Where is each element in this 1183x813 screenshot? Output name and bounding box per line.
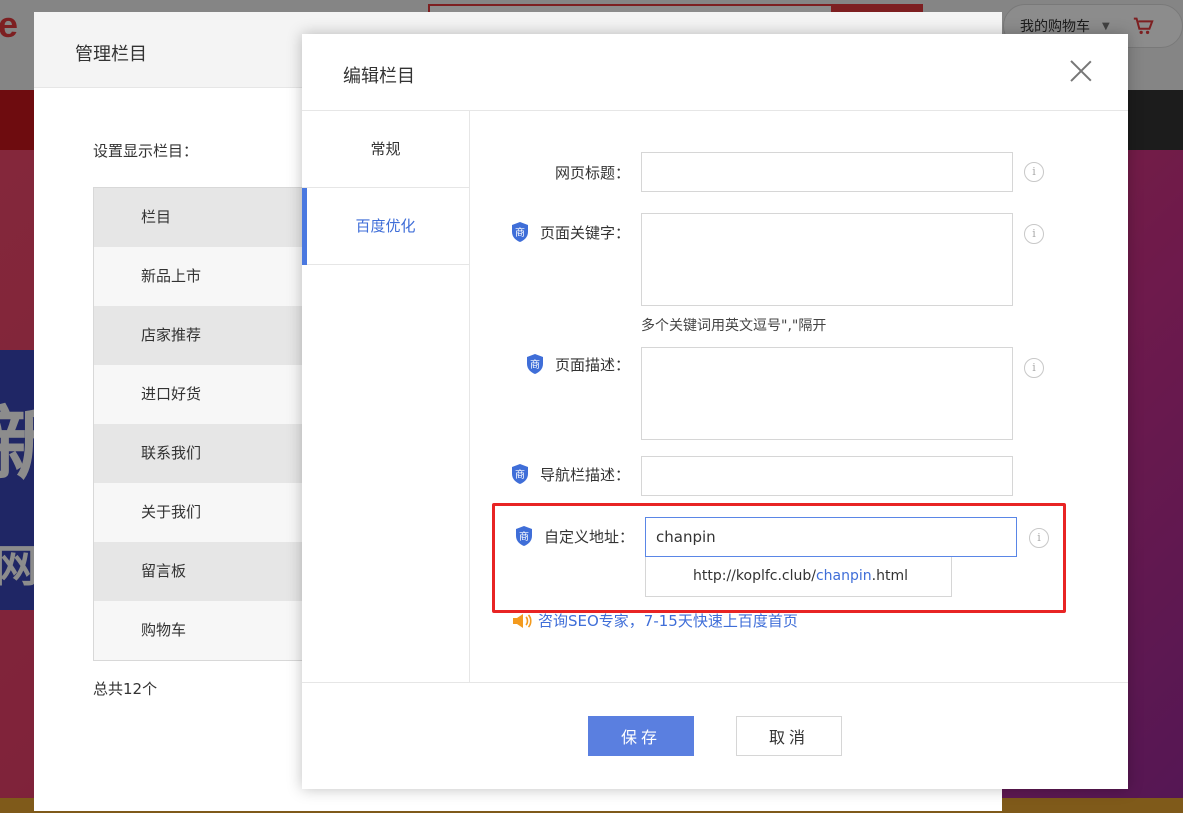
column-list-label: 设置显示栏目： xyxy=(93,142,199,160)
edit-column-tabs: 常规 百度优化 xyxy=(302,111,470,682)
custom-url-input[interactable] xyxy=(645,517,1017,557)
shang-badge-icon: 商 xyxy=(526,354,543,374)
save-button[interactable]: 保存 xyxy=(588,716,694,756)
info-icon[interactable]: i xyxy=(1024,224,1044,244)
info-icon[interactable]: i xyxy=(1024,162,1044,182)
tab-baidu-seo[interactable]: 百度优化 xyxy=(302,188,469,265)
keywords-hint: 多个关键词用英文逗号","隔开 xyxy=(641,318,827,334)
description-textarea[interactable] xyxy=(641,347,1013,440)
edit-column-title: 编辑栏目 xyxy=(343,66,415,87)
nav-description-label: 导航栏描述： xyxy=(539,465,630,484)
description-label-wrap: 商 页面描述： xyxy=(525,353,630,375)
cancel-button[interactable]: 取消 xyxy=(736,716,842,756)
description-label: 页面描述： xyxy=(554,355,630,374)
svg-text:商: 商 xyxy=(530,358,540,371)
svg-text:商: 商 xyxy=(515,468,525,481)
speaker-icon xyxy=(513,613,532,628)
tab-general[interactable]: 常规 xyxy=(302,111,469,188)
edit-column-header: 编辑栏目 xyxy=(302,34,1128,111)
info-icon[interactable]: i xyxy=(1029,528,1049,548)
keywords-label: 页面关键字： xyxy=(539,223,630,242)
edit-column-footer: 保存 取消 xyxy=(302,682,1128,789)
column-total-count: 总共12个 xyxy=(93,680,158,698)
custom-url-label: 自定义地址： xyxy=(543,527,634,546)
close-icon[interactable] xyxy=(1070,60,1092,82)
custom-url-label-wrap: 商 自定义地址： xyxy=(514,525,634,547)
page-title-label: 网页标题： xyxy=(554,164,630,182)
nav-description-input[interactable] xyxy=(641,456,1013,496)
shang-badge-icon: 商 xyxy=(511,222,528,242)
shang-badge-icon: 商 xyxy=(515,526,532,546)
custom-url-preview: http://koplfc.club/chanpin.html xyxy=(645,557,952,597)
seo-consult-link[interactable]: 咨询SEO专家，7-15天快速上百度首页 xyxy=(512,610,798,631)
seo-consult-text: 咨询SEO专家，7-15天快速上百度首页 xyxy=(538,612,798,630)
nav-description-label-wrap: 商 导航栏描述： xyxy=(510,463,630,485)
info-icon[interactable]: i xyxy=(1024,358,1044,378)
keywords-textarea[interactable] xyxy=(641,213,1013,306)
url-prefix: http://koplfc.club/ xyxy=(693,568,816,584)
page-title-input[interactable] xyxy=(641,152,1013,192)
svg-text:商: 商 xyxy=(519,530,529,543)
svg-text:商: 商 xyxy=(515,226,525,239)
url-suffix: .html xyxy=(871,568,908,584)
url-slug: chanpin xyxy=(815,568,872,584)
keywords-label-wrap: 商 页面关键字： xyxy=(510,221,630,243)
edit-column-dialog: 编辑栏目 常规 百度优化 网页标题： i 商 页面关键字： i 多个关键词用英文… xyxy=(302,34,1128,789)
shang-badge-icon: 商 xyxy=(511,464,528,484)
